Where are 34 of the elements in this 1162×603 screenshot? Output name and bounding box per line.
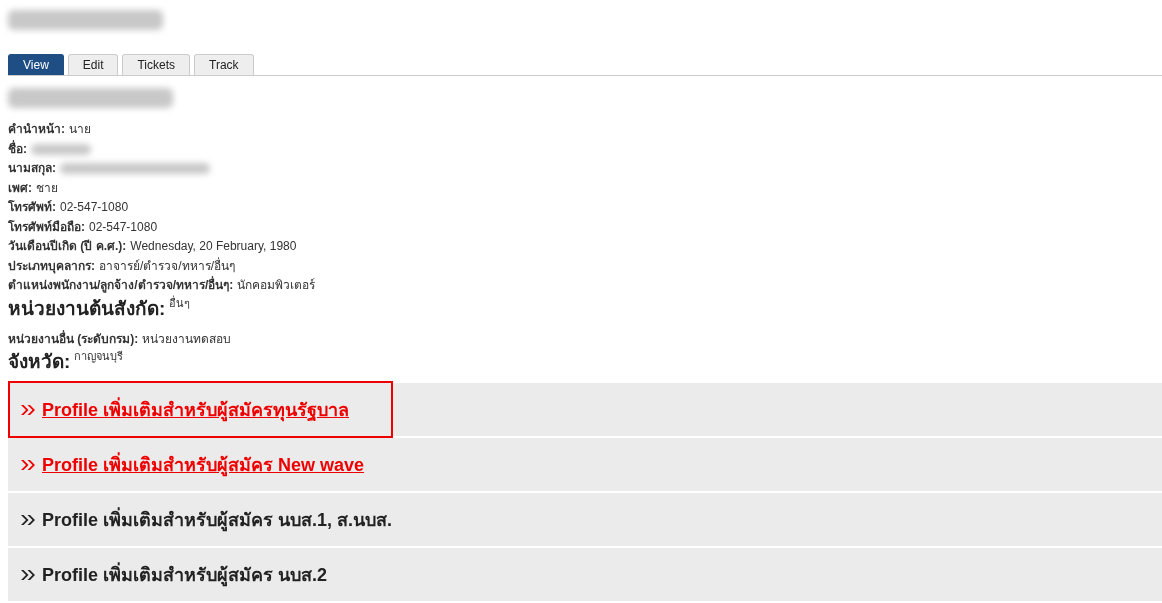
field-label: หน่วยงานต้นสังกัด: xyxy=(8,296,166,321)
field-value: 02-547-1080 xyxy=(89,218,158,236)
section-link[interactable]: Profile เพิ่มเติมสำหรับผู้สมัคร นบส.1, ส.นบส. xyxy=(8,491,405,548)
field-label: ประเภทบุคลากร: xyxy=(8,257,95,276)
field-label: จังหวัด: xyxy=(8,350,71,374)
double-chevron-icon xyxy=(20,458,36,471)
field-label: ชื่อ: xyxy=(8,139,27,158)
field-value: ชาย xyxy=(36,179,58,197)
field-label: หน่วยงานอื่น (ระดับกรม): xyxy=(8,329,139,348)
field-value: 02-547-1080 xyxy=(60,199,129,216)
field-value: Wednesday, 20 February, 1980 xyxy=(130,238,297,255)
double-chevron-icon xyxy=(20,513,36,526)
field-label: โทรศัพท์: xyxy=(8,199,56,216)
field-label: คำนำหน้า: xyxy=(8,121,65,138)
double-chevron-icon xyxy=(20,568,36,581)
field-value: กาญจนบุรี xyxy=(74,349,124,363)
section-link[interactable]: Profile เพิ่มเติมสำหรับผู้สมัครทุนรัฐบาล xyxy=(8,381,393,438)
field-value: นาย xyxy=(69,121,91,138)
section-link[interactable]: Profile เพิ่มเติมสำหรับผู้สมัคร นบส.2 xyxy=(8,546,340,603)
field-value: นักคอมพิวเตอร์ xyxy=(237,277,316,294)
tab[interactable]: Tickets xyxy=(122,54,191,75)
section-link[interactable]: Profile เพิ่มเติมสำหรับผู้สมัคร New wave xyxy=(8,436,377,493)
tab[interactable]: Track xyxy=(194,54,254,75)
field-label: วันเดือนปีเกิด (ปี ค.ศ.): xyxy=(8,238,127,255)
tab[interactable]: View xyxy=(8,54,64,75)
tab[interactable]: Edit xyxy=(67,54,119,75)
field-label: ตำแหน่งพนักงาน/ลูกจ้าง/ตำรวจ/ทหาร/อื่นๆ: xyxy=(8,276,234,295)
field-value: อาจารย์/ตำรวจ/ทหาร/อื่นๆ xyxy=(99,256,235,275)
field-label: เพศ: xyxy=(8,179,32,197)
field-value: อื่นๆ xyxy=(169,295,191,310)
field-value: หน่วยงานทดสอบ xyxy=(142,330,232,348)
double-chevron-icon xyxy=(20,403,36,416)
field-label: นามสกุล: xyxy=(8,160,56,178)
field-label: โทรศัพท์มือถือ: xyxy=(8,218,85,236)
